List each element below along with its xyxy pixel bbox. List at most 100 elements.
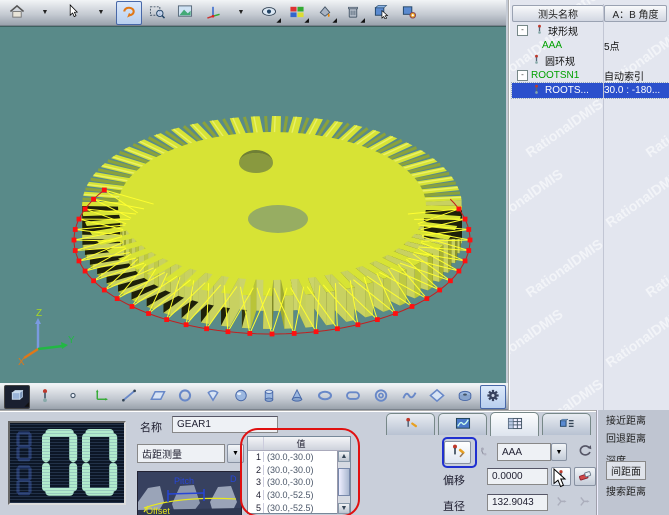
expander-icon[interactable]: - xyxy=(517,25,528,36)
home-button[interactable] xyxy=(4,1,30,25)
corner-caret-icon: ◢ xyxy=(332,19,337,24)
point-button[interactable] xyxy=(60,385,86,409)
expander-icon[interactable]: - xyxy=(517,70,528,81)
slot-button[interactable] xyxy=(340,385,366,409)
tab-table[interactable] xyxy=(490,412,539,436)
probe-icon xyxy=(533,24,546,37)
machine-cube-button[interactable]: ◢ xyxy=(4,385,30,409)
probe-select-dropdown-button[interactable]: ▼ xyxy=(551,443,567,461)
watermark-text: RationalDMIS xyxy=(510,306,565,371)
cylinder-button[interactable] xyxy=(256,385,282,409)
counter-display xyxy=(8,421,126,505)
arc-button[interactable] xyxy=(200,385,226,409)
patch-button[interactable] xyxy=(424,385,450,409)
tree-row-rootsn1[interactable]: -ROOTSN1自动索引 xyxy=(512,68,669,83)
watermark-text: RationalDMIS xyxy=(602,306,669,371)
coordinate-axes-button[interactable] xyxy=(200,1,226,25)
feature-toolbar: ◢ xyxy=(0,383,508,410)
scroll-thumb[interactable] xyxy=(338,468,350,496)
distance-labels-panel: 接近距离回退距离深度间距面搜索距离 xyxy=(596,410,669,515)
tree-column-divider xyxy=(603,4,604,410)
probe-right-button[interactable] xyxy=(551,494,571,512)
diagram-d-label: D xyxy=(230,474,237,484)
select-cursor-button[interactable] xyxy=(60,1,86,25)
rotate-view-button[interactable] xyxy=(116,1,142,25)
value-row-2[interactable]: 2(30.0,-30.0) xyxy=(248,464,337,477)
feature-name-input[interactable] xyxy=(172,416,278,433)
diameter-input[interactable] xyxy=(487,494,548,511)
column-header-ab-angle[interactable]: A：B 角度 xyxy=(604,5,667,22)
view-eye-icon xyxy=(260,4,278,22)
edit-eraser-button[interactable] xyxy=(574,467,596,486)
measure-mode-dropdown-button[interactable]: ▼ xyxy=(227,444,244,463)
measure-offset-button[interactable] xyxy=(551,467,571,486)
watermark-text: RationalDMIS xyxy=(642,236,669,301)
tab-feature[interactable] xyxy=(542,413,591,435)
value-row-3[interactable]: 3(30.0,-30.0) xyxy=(248,476,337,489)
coordinate-axes-dropdown[interactable]: ▼ xyxy=(228,2,254,24)
delete-trash-button[interactable]: ◢ xyxy=(340,1,366,25)
tree-row-roots[interactable]: ROOTS...30.0 : -180... xyxy=(512,83,669,98)
probe-small-button[interactable] xyxy=(474,443,494,462)
triad-z-label: Z xyxy=(36,308,42,319)
home-icon xyxy=(8,4,26,22)
color-palette-button[interactable]: ◢ xyxy=(284,1,310,25)
value-row-4[interactable]: 4(30.0,-52.5) xyxy=(248,489,337,502)
gear-button[interactable] xyxy=(480,385,506,409)
watermark-text: RationalDMIS xyxy=(522,236,605,301)
sphere-button[interactable] xyxy=(228,385,254,409)
offset-input[interactable] xyxy=(487,468,548,485)
probe-button[interactable] xyxy=(32,385,58,409)
patch-icon xyxy=(428,388,446,406)
home-dropdown[interactable]: ▼ xyxy=(32,2,58,24)
torus-button[interactable] xyxy=(368,385,394,409)
cone-button[interactable] xyxy=(284,385,310,409)
probe-tree: -球形规AAA5点圆环规-ROOTSN1自动索引ROOTS...30.0 : -… xyxy=(512,23,669,98)
tree-row-aaa[interactable]: AAA5点 xyxy=(512,38,669,53)
coordinate-system-button[interactable] xyxy=(88,385,114,409)
tree-item-value: 自动索引 xyxy=(604,68,644,83)
select-cursor-dropdown[interactable]: ▼ xyxy=(88,2,114,24)
render-tools-button[interactable]: ◢ xyxy=(312,1,338,25)
3d-viewport[interactable]: ZYX xyxy=(0,26,506,383)
machine-cube-icon xyxy=(8,388,26,406)
ellipse-button[interactable] xyxy=(312,385,338,409)
circle-button[interactable] xyxy=(172,385,198,409)
value-row-1[interactable]: 1(30.0,-30.0) xyxy=(248,451,337,464)
value-row-5[interactable]: 5(30.0,-52.5) xyxy=(248,501,337,514)
probe-calibrate-button[interactable] xyxy=(444,441,471,464)
value-list-scrollbar[interactable]: ▲ ▼ xyxy=(337,451,350,514)
triad-x-label: X xyxy=(18,357,25,368)
line-button[interactable] xyxy=(116,385,142,409)
disc-button[interactable] xyxy=(452,385,478,409)
delete-trash-icon xyxy=(344,4,362,22)
tree-row-[interactable]: -球形规 xyxy=(512,23,669,38)
value-column-header[interactable]: 值 xyxy=(264,437,338,450)
refresh-rotate-button[interactable] xyxy=(574,441,596,462)
measure-mode-select[interactable]: 齿距测量 xyxy=(137,444,225,463)
curve-button[interactable] xyxy=(396,385,422,409)
probe-select[interactable]: AAA xyxy=(497,443,551,461)
line-icon xyxy=(120,388,138,406)
pick-cube-icon xyxy=(372,4,390,22)
plane-button[interactable] xyxy=(144,385,170,409)
tab-graph[interactable] xyxy=(438,413,487,435)
point-icon xyxy=(64,388,82,406)
pick-cube-button[interactable] xyxy=(368,1,394,25)
tree-row-[interactable]: 圆环规 xyxy=(512,53,669,68)
settings-cube-button[interactable] xyxy=(396,1,422,25)
scroll-down-icon[interactable]: ▼ xyxy=(338,503,350,514)
scroll-up-icon[interactable]: ▲ xyxy=(338,451,350,462)
zoom-window-button[interactable] xyxy=(144,1,170,25)
column-header-probe-name[interactable]: 测头名称 xyxy=(512,5,604,22)
measure-mode-value: 齿距测量 xyxy=(138,446,224,461)
fit-view-button[interactable] xyxy=(172,1,198,25)
color-palette-icon xyxy=(288,4,306,22)
probe-tool-icon xyxy=(402,416,420,434)
distance-label-3[interactable]: 间距面 xyxy=(606,461,646,480)
torus-icon xyxy=(372,388,390,406)
probe-right-2-button[interactable] xyxy=(574,494,594,512)
view-eye-button[interactable]: ◢ xyxy=(256,1,282,25)
gear-icon xyxy=(484,388,502,406)
tab-probe[interactable] xyxy=(386,413,435,435)
